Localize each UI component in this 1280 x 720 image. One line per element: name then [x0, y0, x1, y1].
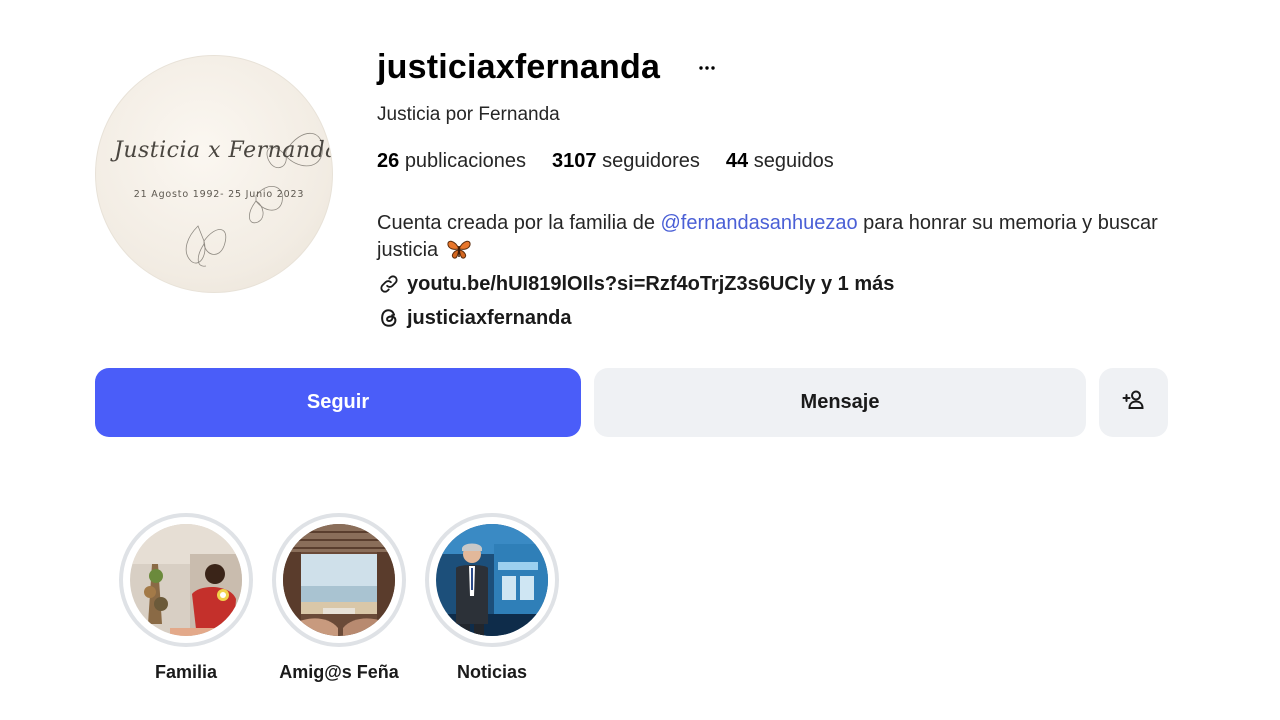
- highlight-ring: [425, 513, 559, 647]
- threads-link-text[interactable]: justiciaxfernanda: [407, 307, 572, 330]
- following-stat[interactable]: 44 seguidos: [726, 150, 834, 173]
- profile-avatar[interactable]: Justicia x Fernanda 21 Agosto 1992- 25 J…: [95, 55, 333, 293]
- followers-label: seguidores: [602, 150, 700, 172]
- add-user-icon: [1121, 387, 1147, 419]
- threads-link-row[interactable]: justiciaxfernanda: [377, 306, 572, 330]
- add-user-button[interactable]: [1099, 368, 1168, 437]
- posts-stat: 26 publicaciones: [377, 150, 526, 173]
- profile-username: justiciaxfernanda: [377, 48, 661, 86]
- highlight-ring: [272, 513, 406, 647]
- profile-bio: Cuenta creada por la familia de @fernand…: [377, 210, 1177, 268]
- butterfly-icon: [446, 238, 472, 268]
- highlight-label: Amig@s Feña: [279, 662, 399, 682]
- butterfly-illustration: [185, 133, 323, 267]
- following-label: seguidos: [753, 150, 834, 172]
- profile-stats: 26 publicaciones 3107 seguidores 44 segu…: [377, 150, 860, 173]
- follow-button[interactable]: Seguir: [95, 368, 581, 437]
- avatar-script-text: Justicia x Fernanda: [114, 138, 333, 163]
- external-link-row[interactable]: youtu.be/hUI819lOIls?si=Rzf4oTrjZ3s6UCly…: [377, 272, 894, 296]
- profile-full-name: Justicia por Fernanda: [377, 104, 560, 125]
- link-icon: [377, 272, 401, 296]
- highlight-label: Familia: [154, 662, 218, 682]
- highlight-familia[interactable]: Familia: [119, 513, 253, 683]
- highlight-label: Noticias: [456, 662, 528, 682]
- followers-count: 3107: [552, 150, 597, 172]
- posts-label: publicaciones: [404, 150, 527, 172]
- profile-page: Justicia x Fernanda 21 Agosto 1992- 25 J…: [0, 0, 1280, 720]
- highlight-cover-image: [436, 524, 548, 636]
- avatar-dates-text: 21 Agosto 1992- 25 Junio 2023: [133, 189, 305, 200]
- bio-text-before: Cuenta creada por la familia de: [377, 212, 661, 234]
- highlight-amigos-fena[interactable]: Amig@s Feña: [272, 513, 406, 683]
- highlight-cover-image: [283, 524, 395, 636]
- message-button[interactable]: Mensaje: [594, 368, 1086, 437]
- posts-count: 26: [377, 150, 400, 172]
- bio-mention-link[interactable]: @fernandasanhuezao: [661, 212, 858, 234]
- threads-icon: [377, 306, 401, 330]
- external-link-text[interactable]: youtu.be/hUI819lOIls?si=Rzf4oTrjZ3s6UCly…: [407, 273, 894, 296]
- highlight-ring: [119, 513, 253, 647]
- followers-stat[interactable]: 3107 seguidores: [552, 150, 700, 173]
- highlight-noticias[interactable]: Noticias: [425, 513, 559, 683]
- ellipsis-icon[interactable]: [697, 58, 721, 78]
- highlight-cover-image: [130, 524, 242, 636]
- following-count: 44: [725, 150, 749, 172]
